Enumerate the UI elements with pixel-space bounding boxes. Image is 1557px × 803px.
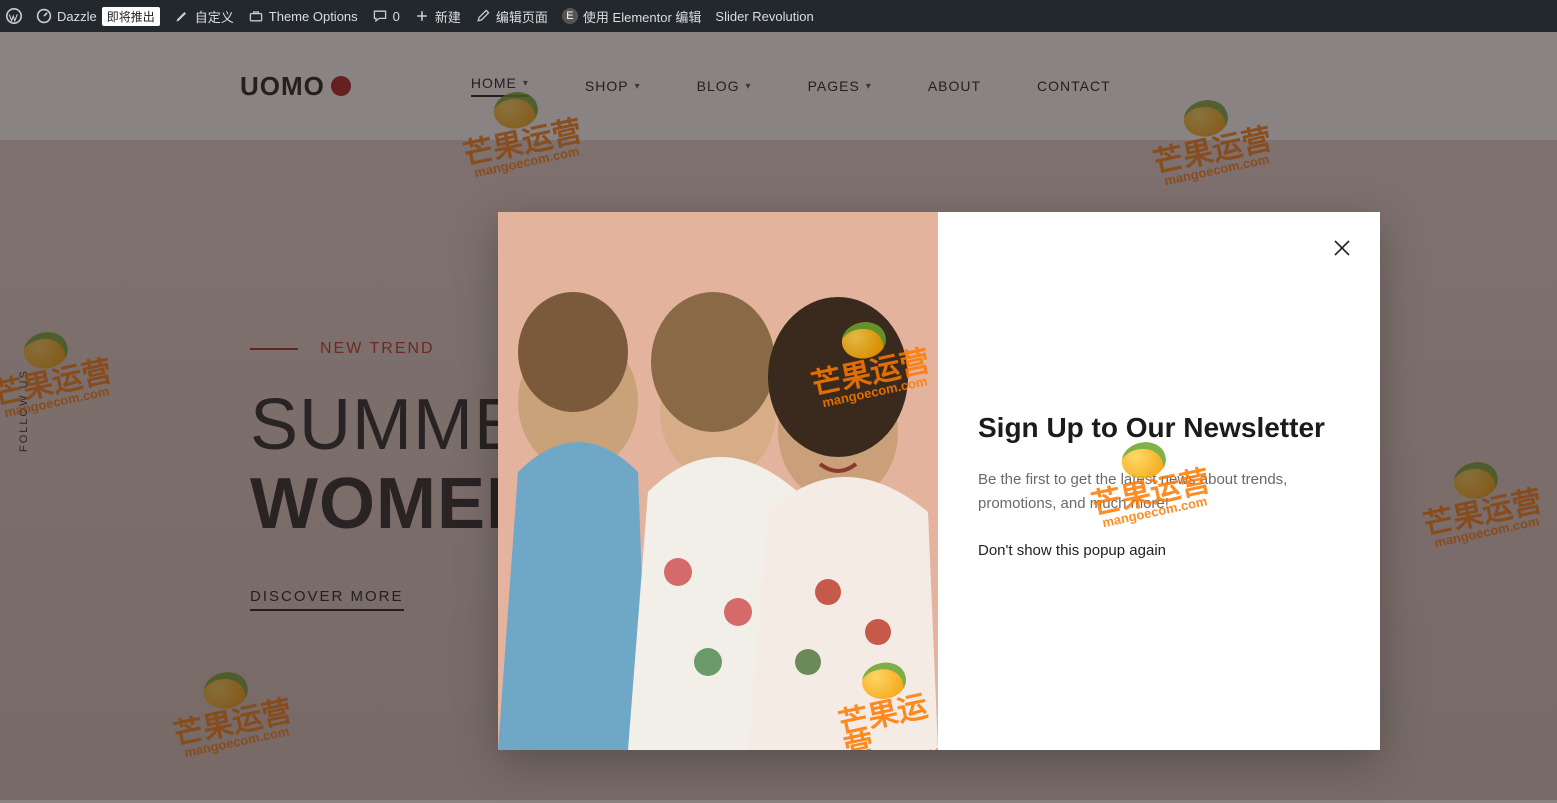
wp-admin-bar: Dazzle 即将推出 自定义 Theme Options 0 新建 编辑页面 … <box>0 0 1557 32</box>
close-icon <box>1330 236 1354 260</box>
slider-revolution-label: Slider Revolution <box>715 9 813 24</box>
briefcase-icon <box>248 8 264 24</box>
comments-count: 0 <box>393 9 400 24</box>
theme-options-label: Theme Options <box>269 9 358 24</box>
coming-soon-badge: 即将推出 <box>102 7 160 26</box>
page-body: UOMO HOME ▾ SHOP ▾ BLOG ▾ PAGES ▾ ABOUT <box>0 32 1557 803</box>
pencil-icon <box>475 8 491 24</box>
modal-title: Sign Up to Our Newsletter <box>978 412 1340 444</box>
wp-logo[interactable] <box>6 8 22 24</box>
elementor-label: 使用 Elementor 编辑 <box>583 7 701 26</box>
dont-show-again-link[interactable]: Don't show this popup again <box>978 542 1340 559</box>
dashboard-icon <box>36 8 52 24</box>
new-label: 新建 <box>435 7 461 26</box>
new-content-link[interactable]: 新建 <box>414 7 461 26</box>
brush-icon <box>174 8 190 24</box>
theme-options-link[interactable]: Theme Options <box>248 8 358 24</box>
elementor-link[interactable]: E 使用 Elementor 编辑 <box>562 7 701 26</box>
newsletter-modal: 芒果运营 mangoecom.com 芒果运营 mangoecom.com Si… <box>498 212 1380 750</box>
slider-revolution-link[interactable]: Slider Revolution <box>715 9 813 24</box>
elementor-icon: E <box>562 8 578 24</box>
site-name-link[interactable]: Dazzle 即将推出 <box>36 7 160 26</box>
site-name: Dazzle <box>57 9 97 24</box>
plus-icon <box>414 8 430 24</box>
wordpress-icon <box>6 8 22 24</box>
customize-label: 自定义 <box>195 7 234 26</box>
modal-body-text: Be the first to get the latest news abou… <box>978 468 1338 516</box>
modal-close-button[interactable] <box>1330 236 1354 260</box>
edit-page-link[interactable]: 编辑页面 <box>475 7 548 26</box>
customize-link[interactable]: 自定义 <box>174 7 234 26</box>
modal-content: Sign Up to Our Newsletter Be the first t… <box>938 212 1380 750</box>
modal-image: 芒果运营 mangoecom.com 芒果运营 mangoecom.com <box>498 212 938 750</box>
comments-link[interactable]: 0 <box>372 8 400 24</box>
women-photo-placeholder <box>498 212 938 750</box>
edit-page-label: 编辑页面 <box>496 7 548 26</box>
comment-icon <box>372 8 388 24</box>
